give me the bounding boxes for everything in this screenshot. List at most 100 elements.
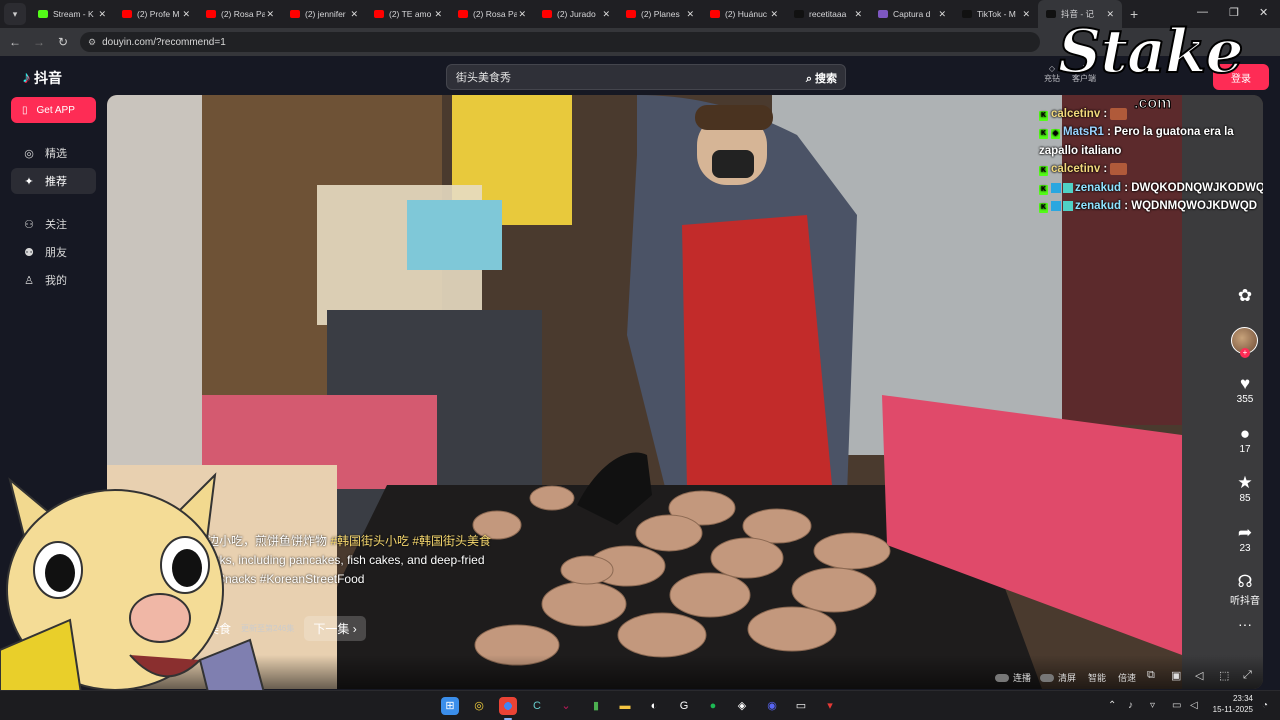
pip-icon[interactable]: ⧉ <box>1147 669 1155 682</box>
video-player[interactable]: Kcalcetinv : K ◆ MatsR1 : Pero la guatona … <box>107 95 1263 689</box>
douyin-logo[interactable]: ♪ 抖音 <box>22 68 62 88</box>
favorite-button[interactable]: ★ 85 <box>1224 473 1266 504</box>
system-clock[interactable]: 23:34 15-11-2025 <box>1205 694 1253 716</box>
comment-count: 17 <box>1239 444 1251 455</box>
more-icon[interactable]: ··· <box>1224 616 1266 632</box>
browser-tab[interactable]: recetitaaa ✕ <box>786 0 870 28</box>
volume-tray-icon[interactable]: ◁ <box>1190 700 1198 711</box>
webfullscreen-icon[interactable]: ⬚ <box>1219 669 1229 682</box>
network-icon[interactable]: ▭ <box>1172 700 1181 711</box>
browser-tab[interactable]: (2) Jurado ✕ <box>534 0 618 28</box>
tab-close-icon[interactable]: ✕ <box>854 9 862 20</box>
quality-button[interactable]: 智能 <box>1088 671 1106 684</box>
app-icon[interactable]: G <box>675 697 693 715</box>
speed-button[interactable]: 倍速 <box>1118 671 1136 684</box>
caption-hashtags[interactable]: #韩国街头小吃 #韩国街头美食 <box>330 534 491 548</box>
tab-close-icon[interactable]: ✕ <box>686 9 694 20</box>
tab-close-icon[interactable]: ✕ <box>98 9 106 20</box>
tab-favicon-icon <box>962 10 972 18</box>
nav-label: 推荐 <box>45 176 67 188</box>
share-button[interactable]: ➦ 23 <box>1224 523 1266 554</box>
volume-icon[interactable]: ◁ <box>1195 669 1203 682</box>
tab-close-icon[interactable]: ✕ <box>518 9 526 20</box>
tab-close-icon[interactable]: ✕ <box>266 9 274 20</box>
clear-screen-toggle[interactable]: 清屏 <box>1040 671 1076 684</box>
close-window-icon[interactable]: ✕ <box>1259 6 1268 19</box>
app-icon[interactable]: ◎ <box>470 697 488 715</box>
start-icon[interactable]: ⊞ <box>441 697 459 715</box>
forward-icon[interactable]: → <box>27 35 51 49</box>
url-field[interactable]: ⚙ douyin.com/?recommend=1 <box>80 32 1040 52</box>
tab-title: (2) Rosa Pa <box>473 9 517 19</box>
tab-close-icon[interactable]: ✕ <box>434 9 442 20</box>
nav-item-profile[interactable]: ♙ 我的 <box>11 267 96 293</box>
nav-label: 我的 <box>45 275 67 287</box>
tab-close-icon[interactable]: ✕ <box>770 9 778 20</box>
kick-badge-icon: K <box>1039 202 1048 213</box>
search-icon: ⌕ <box>805 73 812 85</box>
nav-item-friends[interactable]: ⚉ 朋友 <box>11 239 96 265</box>
back-icon[interactable]: ← <box>3 35 27 49</box>
nav-item-recommend[interactable]: ✦ 推荐 <box>11 168 96 194</box>
kick-badge-icon: K <box>1039 184 1048 195</box>
douyin-game-button[interactable]: ✿ <box>1224 286 1266 306</box>
browser-tab[interactable]: (2) Profe M ✕ <box>114 0 198 28</box>
mic-icon[interactable]: ▿ <box>1150 700 1155 711</box>
tab-search-icon[interactable]: ▾ <box>4 3 26 25</box>
url-text: douyin.com/?recommend=1 <box>102 36 226 48</box>
browser-tab[interactable]: (2) TE amo ✕ <box>366 0 450 28</box>
notification-bell-icon[interactable]: ◔ <box>1262 700 1268 711</box>
browser-tab[interactable]: (2) Rosa Pa ✕ <box>450 0 534 28</box>
tray-chevron-icon[interactable]: ⌃ <box>1108 700 1116 711</box>
search-button-label: 搜索 <box>815 73 837 85</box>
tab-favicon-icon <box>206 10 216 18</box>
fullscreen-icon[interactable]: ⤢ <box>1243 669 1252 682</box>
tab-close-icon[interactable]: ✕ <box>350 9 358 20</box>
mini-player-icon[interactable]: ▣ <box>1171 669 1181 682</box>
browser-tab[interactable]: TikTok - M ✕ <box>954 0 1038 28</box>
tab-title: Captura d <box>893 9 931 19</box>
browser-tab[interactable]: (2) Rosa Pa ✕ <box>198 0 282 28</box>
listen-button[interactable]: ☊ 听抖音 <box>1219 572 1271 607</box>
discord-icon[interactable]: ◉ <box>763 697 781 715</box>
nav-item-featured[interactable]: ◎ 精选 <box>11 140 96 166</box>
app-icon[interactable]: ⌄ <box>557 697 575 715</box>
spotify-icon[interactable]: ● <box>704 697 722 715</box>
search-button[interactable]: ⌕ 搜索 <box>806 70 837 86</box>
reload-icon[interactable]: ↻ <box>51 35 75 49</box>
like-button[interactable]: ♥ 355 <box>1224 374 1266 405</box>
get-app-button[interactable]: ▯ Get APP <box>11 97 96 123</box>
tab-close-icon[interactable]: ✕ <box>1022 9 1030 20</box>
app-icon[interactable]: C <box>528 697 546 715</box>
autoplay-toggle[interactable]: 连播 <box>995 671 1031 684</box>
tab-close-icon[interactable]: ✕ <box>938 9 946 20</box>
app-icon[interactable]: ◐ <box>645 697 663 715</box>
browser-tab[interactable]: (2) Huánuc ✕ <box>702 0 786 28</box>
folder-icon[interactable]: ▬ <box>616 697 634 715</box>
speaker-icon[interactable]: ♪ <box>1128 700 1133 711</box>
comment-button[interactable]: ● 17 <box>1224 424 1266 455</box>
tab-close-icon[interactable]: ✕ <box>602 9 610 20</box>
chrome-icon[interactable] <box>499 697 517 720</box>
nav-label: 朋友 <box>45 247 67 259</box>
tab-favicon-icon <box>374 10 384 18</box>
site-info-icon[interactable]: ⚙ <box>88 37 96 48</box>
chevron-right-icon: › <box>352 622 357 636</box>
app-icon[interactable]: ◈ <box>733 697 751 715</box>
app-icon[interactable]: ▮ <box>587 697 605 715</box>
clock-time: 23:34 <box>1232 694 1253 703</box>
search-input[interactable]: 街头美食秀 ⌕ 搜索 <box>446 64 846 90</box>
next-episode-button[interactable]: 下一集 › <box>304 616 366 641</box>
browser-tab[interactable]: Stream - K ✕ <box>30 0 114 28</box>
app-icon[interactable]: ▾ <box>821 697 839 715</box>
follow-plus-icon[interactable]: + <box>1240 348 1250 358</box>
speed-label: 倍速 <box>1118 673 1137 683</box>
sub-badge-icon <box>1063 200 1073 211</box>
nav-item-following[interactable]: ⚇ 关注 <box>11 211 96 237</box>
tab-title: (2) Huánuc <box>725 9 768 19</box>
tab-close-icon[interactable]: ✕ <box>182 9 190 20</box>
browser-tab[interactable]: (2) Planes ✕ <box>618 0 702 28</box>
browser-tab[interactable]: (2) jennifer ✕ <box>282 0 366 28</box>
browser-tab[interactable]: Captura d ✕ <box>870 0 954 28</box>
app-icon[interactable]: ▭ <box>792 697 810 715</box>
